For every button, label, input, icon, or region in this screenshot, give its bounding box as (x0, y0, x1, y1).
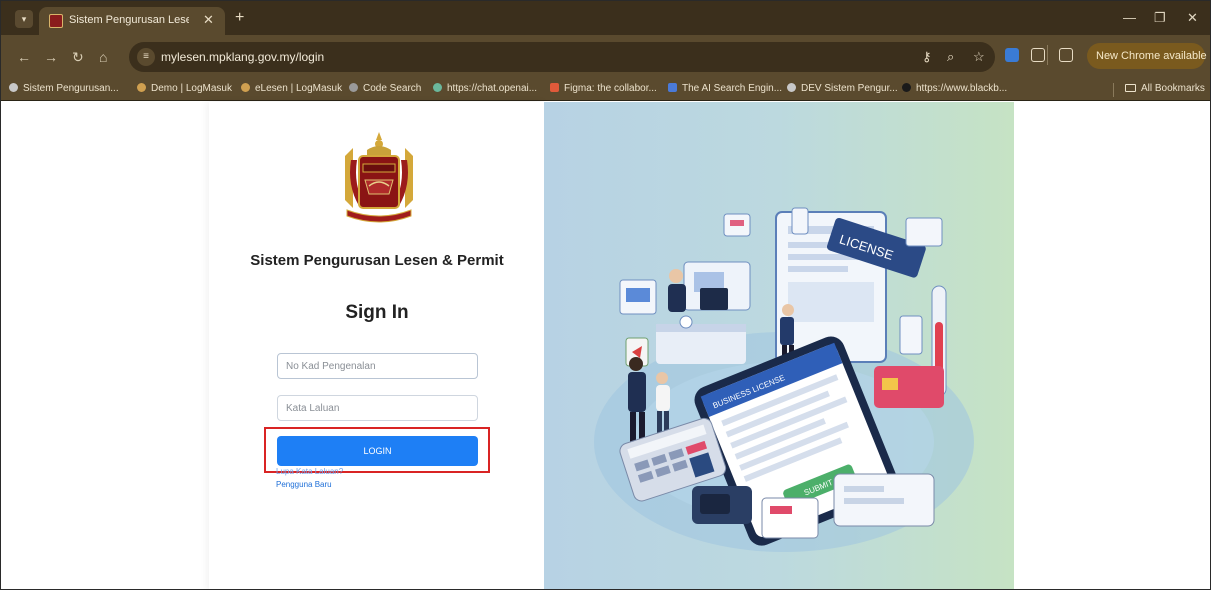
password-key-icon[interactable]: ⚷ (922, 49, 932, 65)
extensions-puzzle-icon[interactable] (1031, 48, 1045, 62)
login-panel: Sistem Pengurusan Lesen & Permit Sign In… (209, 102, 545, 589)
bookmark-item[interactable]: DEV Sistem Pengur... (787, 83, 898, 94)
restore-icon[interactable]: ❐ (1154, 10, 1166, 26)
extension-icon[interactable] (1005, 48, 1019, 62)
url-text[interactable]: mylesen.mpklang.gov.my/login (161, 50, 324, 64)
login-button[interactable]: LOGIN (277, 436, 478, 466)
bookmark-label: https://www.blackb... (916, 83, 1008, 94)
bookmark-label: Figma: the collabor... (564, 83, 657, 94)
back-icon[interactable]: ← (17, 49, 31, 65)
openai-icon (433, 83, 442, 92)
new-chrome-label: New Chrome available (1096, 50, 1207, 62)
browser-window: ▾ Sistem Pengurusan Lesen & Per ✕ + — ❐ … (0, 0, 1211, 590)
browser-toolbar: ← → ↻ ⌂ ≡ mylesen.mpklang.gov.my/login ⚷… (1, 35, 1210, 79)
bookmark-label: https://chat.openai... (447, 83, 538, 94)
globe-icon (787, 83, 796, 92)
forgot-password-link[interactable]: Lupa Kata Laluan? (276, 467, 343, 476)
all-bookmarks-button[interactable]: All Bookmarks (1125, 83, 1205, 94)
bookmark-label: DEV Sistem Pengur... (801, 83, 898, 94)
zoom-icon[interactable]: ⌕ (947, 49, 954, 65)
close-window-icon[interactable]: ✕ (1187, 10, 1198, 26)
tab-strip: ▾ Sistem Pengurusan Lesen & Per ✕ + — ❐ … (1, 1, 1210, 35)
all-bookmarks-label: All Bookmarks (1141, 83, 1205, 94)
bookmark-label: Code Search (363, 83, 422, 94)
address-bar[interactable]: ≡ mylesen.mpklang.gov.my/login ⚷ ⌕ ☆ (129, 42, 995, 72)
sign-in-heading: Sign In (345, 302, 409, 323)
new-tab-icon[interactable]: + (235, 9, 244, 27)
figma-icon (550, 83, 559, 92)
tab-close-icon[interactable]: ✕ (203, 12, 214, 28)
side-panel-icon[interactable] (1059, 48, 1073, 62)
folder-icon (1125, 84, 1136, 92)
bookmark-label: The AI Search Engin... (682, 83, 783, 94)
ic-number-input[interactable] (277, 353, 478, 379)
person-icon (137, 83, 146, 92)
tab-title: Sistem Pengurusan Lesen & Per (69, 14, 189, 26)
person-icon (241, 83, 250, 92)
bookmark-item[interactable]: https://www.blackb... (902, 83, 1007, 94)
blackbox-icon (902, 83, 911, 92)
tab-search-icon[interactable]: ▾ (15, 10, 33, 28)
bookmark-star-icon[interactable]: ☆ (973, 49, 985, 65)
site-favicon-icon (49, 14, 63, 28)
toolbar-divider (1047, 45, 1048, 65)
bookmark-item[interactable]: The AI Search Engin... (668, 83, 782, 94)
page-content: Sistem Pengurusan Lesen & Permit Sign In… (1, 102, 1210, 589)
bookmarks-bar: Sistem Pengurusan... Demo | LogMasuk eLe… (1, 79, 1210, 101)
bookmark-label: Sistem Pengurusan... (23, 83, 119, 94)
site-info-icon[interactable]: ≡ (137, 48, 155, 66)
code-search-icon (349, 83, 358, 92)
forward-icon[interactable]: → (44, 49, 58, 65)
bookmark-item[interactable]: Demo | LogMasuk (137, 83, 232, 94)
reload-icon[interactable]: ↻ (72, 49, 84, 66)
bookmark-item[interactable]: eLesen | LogMasuk (241, 83, 342, 94)
password-input[interactable] (277, 395, 478, 421)
bookmark-item[interactable]: Figma: the collabor... (550, 83, 657, 94)
bookmark-item[interactable]: Sistem Pengurusan... (9, 83, 119, 94)
system-title: Sistem Pengurusan Lesen & Permit (250, 252, 504, 269)
globe-icon (9, 83, 18, 92)
illustration-panel: LICENSE BUSINESS LICENSE SUBMIT (544, 102, 1014, 589)
bookmark-item[interactable]: Code Search (349, 83, 421, 94)
minimize-icon[interactable]: — (1123, 10, 1136, 25)
tab-active[interactable]: Sistem Pengurusan Lesen & Per ✕ (39, 7, 225, 35)
new-chrome-available-button[interactable]: New Chrome available ⋮ (1087, 43, 1210, 69)
council-crest-logo (345, 132, 413, 223)
bookmark-label: Demo | LogMasuk (151, 83, 232, 94)
bookmark-label: eLesen | LogMasuk (255, 83, 343, 94)
ai-search-icon (668, 83, 677, 92)
license-illustration: LICENSE BUSINESS LICENSE SUBMIT (594, 207, 974, 552)
home-icon[interactable]: ⌂ (99, 49, 107, 65)
new-user-link[interactable]: Pengguna Baru (276, 480, 332, 489)
bookmarks-divider (1113, 83, 1114, 97)
bookmark-item[interactable]: https://chat.openai... (433, 83, 537, 94)
